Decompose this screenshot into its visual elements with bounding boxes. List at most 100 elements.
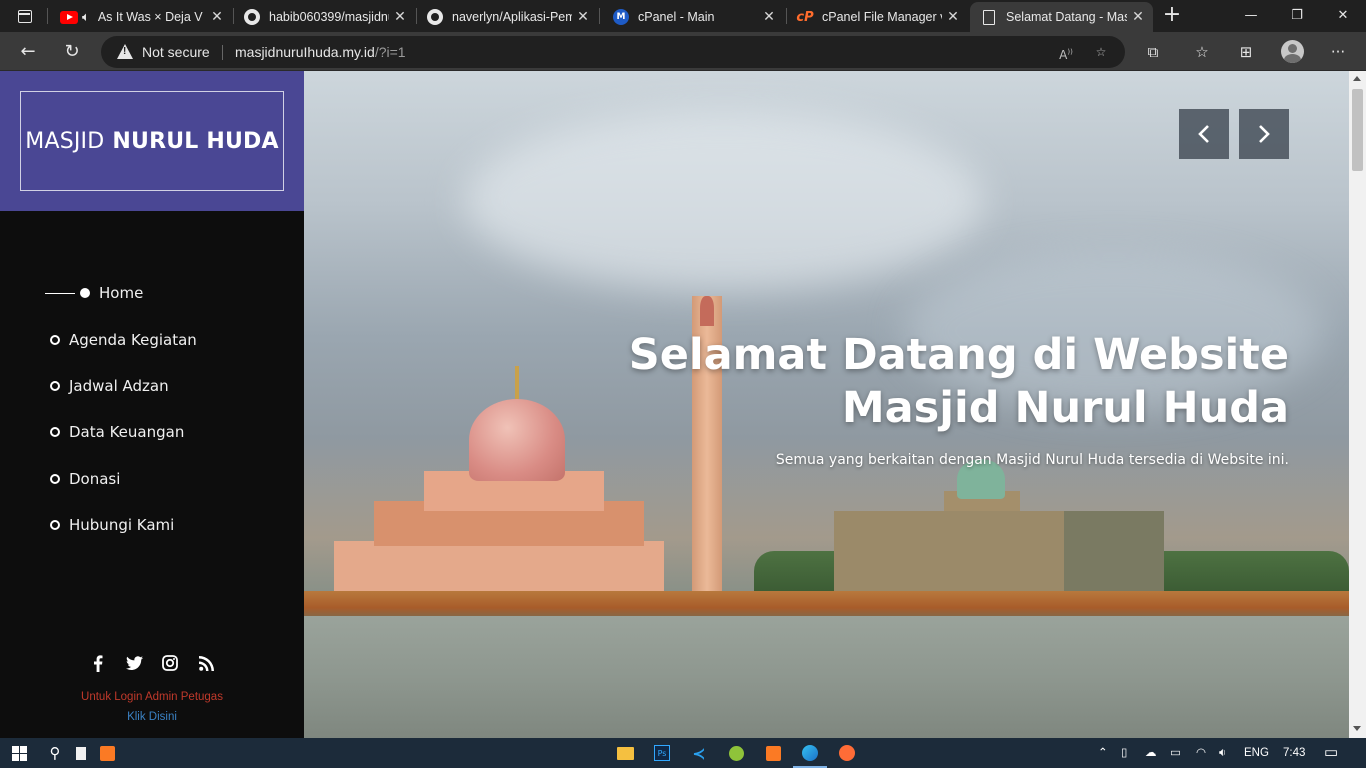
- site-logo[interactable]: MASJID NURUL HUDA: [20, 91, 284, 191]
- hero-title-line1: Selamat Datang di Website: [628, 330, 1289, 380]
- profile-avatar[interactable]: [1281, 40, 1304, 63]
- close-icon[interactable]: ✕: [1127, 9, 1149, 25]
- hero-image-water: [304, 616, 1349, 738]
- url-path: /?i=1: [374, 44, 406, 60]
- rss-icon[interactable]: [196, 653, 216, 673]
- new-tab-button[interactable]: +: [1160, 4, 1184, 28]
- restore-button[interactable]: ❐: [1274, 0, 1320, 32]
- collections-icon[interactable]: ⊞: [1234, 40, 1258, 64]
- tray-usb-icon[interactable]: ▯: [1121, 738, 1127, 768]
- close-icon[interactable]: ✕: [572, 9, 594, 25]
- more-menu-icon[interactable]: ···: [1326, 40, 1350, 64]
- browser-tab-strip: 🔈︎ As It Was × Deja V ✕ habib060399/masj…: [0, 0, 1366, 32]
- tab-title: naverlyn/Aplikasi-Pem: [452, 10, 572, 24]
- hero-title: Selamat Datang di Website Masjid Nurul H…: [569, 329, 1289, 435]
- nav-item-agenda-kegiatan[interactable]: Agenda Kegiatan: [50, 328, 197, 352]
- url-text[interactable]: masjidnuruIhuda.my.id/?i=1: [235, 44, 406, 60]
- file-icon[interactable]: [70, 742, 92, 764]
- hero-image-shore: [304, 591, 1349, 619]
- close-icon[interactable]: ✕: [389, 9, 411, 25]
- tab-cpanel-file-manager[interactable]: cP cPanel File Manager v3 ✕: [786, 2, 968, 32]
- security-label[interactable]: Not secure: [142, 44, 210, 60]
- vscode-icon[interactable]: ≺: [688, 742, 710, 764]
- file-explorer-icon[interactable]: [614, 742, 636, 764]
- hero-slider: Selamat Datang di Website Masjid Nurul H…: [304, 71, 1349, 738]
- hero-subtitle: Semua yang berkaitan dengan Masjid Nurul…: [775, 452, 1289, 468]
- wifi-icon[interactable]: ◠: [1196, 738, 1206, 768]
- nav-item-hubungi-kami[interactable]: Hubungi Kami: [50, 513, 174, 537]
- tab-github-masjid[interactable]: habib060399/masjidnu ✕: [233, 2, 415, 32]
- slider-next-button[interactable]: [1239, 109, 1289, 159]
- brand-block: MASJID NURUL HUDA: [0, 71, 304, 211]
- onedrive-icon[interactable]: ☁: [1145, 738, 1157, 768]
- extensions-icon[interactable]: ⧉: [1141, 40, 1165, 64]
- xampp-control-icon[interactable]: [762, 742, 784, 764]
- social-links: [0, 653, 304, 673]
- url-host: masjidnuruIhuda.my.id: [235, 44, 375, 60]
- xampp-icon[interactable]: [96, 742, 118, 764]
- tab-youtube[interactable]: 🔈︎ As It Was × Deja V ✕: [50, 2, 232, 32]
- tab-actions-button[interactable]: [8, 4, 40, 28]
- slider-prev-button[interactable]: [1179, 109, 1229, 159]
- close-icon[interactable]: ✕: [942, 9, 964, 25]
- tab-title: As It Was × Deja V: [97, 10, 203, 24]
- hero-title-line2: Masjid Nurul Huda: [841, 383, 1289, 433]
- tab-cpanel-main[interactable]: M cPanel - Main ✕: [602, 2, 784, 32]
- tab-github-aplikasi[interactable]: naverlyn/Aplikasi-Pem ✕: [416, 2, 598, 32]
- tab-title: habib060399/masjidnu: [269, 10, 389, 24]
- refresh-button[interactable]: ↻: [56, 36, 88, 68]
- hero-image-sky: [464, 111, 984, 291]
- page-viewport: MASJID NURUL HUDA Home Agenda Kegiatan J…: [0, 71, 1366, 738]
- facebook-icon[interactable]: [88, 653, 108, 673]
- nav-item-data-keuangan[interactable]: Data Keuangan: [50, 420, 184, 444]
- scroll-thumb[interactable]: [1352, 89, 1363, 171]
- warning-icon[interactable]: [117, 44, 133, 59]
- bullet-icon: [50, 474, 60, 484]
- photoshop-icon[interactable]: Ps: [651, 742, 673, 764]
- tab-title: cPanel File Manager v3: [822, 10, 942, 24]
- nav-item-label: Home: [99, 284, 144, 302]
- minimize-button[interactable]: —: [1228, 0, 1274, 32]
- close-icon[interactable]: ✕: [206, 9, 228, 25]
- favorites-icon[interactable]: ☆: [1190, 40, 1214, 64]
- bullet-icon: [50, 427, 60, 437]
- battery-icon[interactable]: ▭: [1170, 738, 1181, 768]
- start-button[interactable]: [8, 742, 30, 764]
- read-aloud-icon[interactable]: A)): [1056, 43, 1076, 62]
- clock[interactable]: 7:43: [1283, 738, 1305, 768]
- postman-icon[interactable]: [836, 742, 858, 764]
- admin-login-note: Untuk Login Admin Petugas: [81, 691, 223, 703]
- language-indicator[interactable]: ENG: [1244, 738, 1269, 768]
- nav-item-jadwal-adzan[interactable]: Jadwal Adzan: [50, 374, 169, 398]
- twitter-icon[interactable]: [124, 653, 144, 673]
- tray-chevron-up-icon[interactable]: ⌃: [1098, 738, 1108, 768]
- volume-icon[interactable]: 🔉︎: [1219, 738, 1226, 768]
- scroll-up-arrow-icon[interactable]: [1353, 76, 1361, 81]
- bullet-icon: [80, 288, 90, 298]
- back-button[interactable]: ←: [12, 36, 44, 68]
- favorite-add-icon[interactable]: ☆: [1091, 43, 1111, 61]
- tab-selamat-datang[interactable]: Selamat Datang - Mas ✕: [970, 2, 1153, 32]
- address-bar[interactable]: Not secure masjidnuruIhuda.my.id/?i=1 A)…: [101, 36, 1125, 68]
- nav-item-label: Donasi: [69, 470, 121, 488]
- nav-item-home[interactable]: Home: [45, 281, 143, 305]
- nav-item-donasi[interactable]: Donasi: [50, 467, 120, 491]
- scroll-down-arrow-icon[interactable]: [1353, 726, 1361, 731]
- nav-item-label: Jadwal Adzan: [69, 377, 169, 395]
- taskbar: ⚲ Ps ≺ ⌃ ▯ ☁ ▭ ◠ 🔉︎ ENG 7:43 ▭: [0, 738, 1366, 768]
- instagram-icon[interactable]: [160, 653, 180, 673]
- search-icon[interactable]: ⚲: [44, 742, 66, 764]
- tab-title: cPanel - Main: [638, 10, 715, 24]
- close-icon[interactable]: ✕: [758, 9, 780, 25]
- notepadplusplus-icon[interactable]: [725, 742, 747, 764]
- github-icon: [243, 8, 261, 26]
- notification-icon[interactable]: ▭: [1324, 738, 1338, 768]
- active-indicator-line: [45, 292, 75, 294]
- edge-icon[interactable]: [793, 742, 827, 768]
- close-window-button[interactable]: ✕: [1320, 0, 1366, 32]
- page-scrollbar[interactable]: [1349, 71, 1366, 738]
- brand-bold-text: NURUL HUDA: [112, 128, 279, 154]
- chevron-right-icon: [1259, 125, 1270, 143]
- speaker-icon[interactable]: 🔈︎: [82, 10, 90, 25]
- admin-login-link[interactable]: Klik Disini: [0, 711, 304, 723]
